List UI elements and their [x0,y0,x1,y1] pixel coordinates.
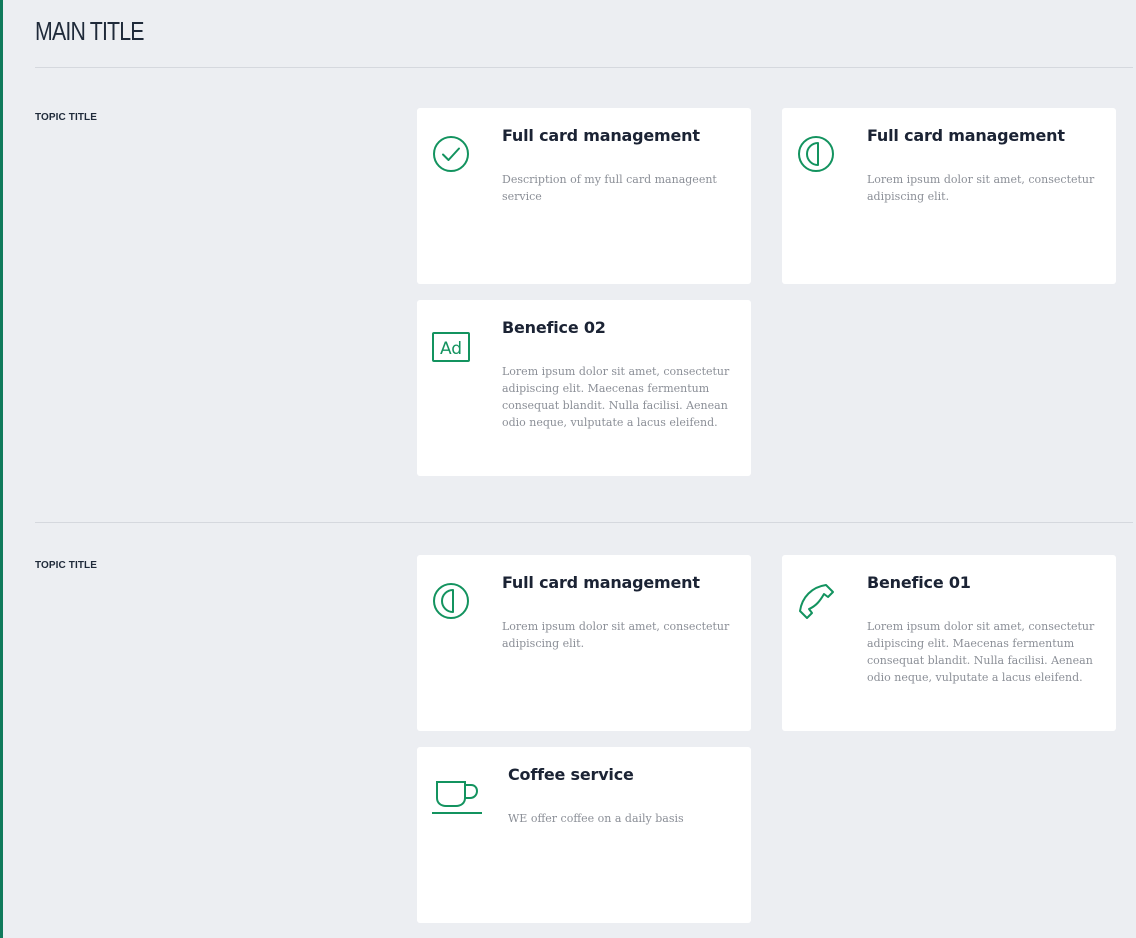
section-divider [35,522,1133,523]
card-description: Lorem ipsum dolor sit amet, consectetur … [867,620,1095,684]
card-title: Coffee service [508,765,634,784]
page: MAIN TITLE TOPIC TITLE Full card managem… [35,0,1133,938]
left-accent-rail [0,0,3,938]
coffee-cup-icon [431,777,483,819]
page-title: MAIN TITLE [35,16,145,46]
benefit-card[interactable]: Full card management Lorem ipsum dolor s… [782,108,1116,284]
ad-icon-text: Ad [440,339,462,359]
card-description: Lorem ipsum dolor sit amet, consectetur … [502,365,730,429]
phone-icon [796,581,836,621]
section-1-topic-title: TOPIC TITLE [35,112,98,123]
benefit-card[interactable]: Full card management Lorem ipsum dolor s… [417,555,751,731]
card-title: Benefice 01 [867,573,971,592]
section-2-topic-title: TOPIC TITLE [35,560,98,571]
card-description: Lorem ipsum dolor sit amet, consectetur … [867,173,1095,203]
half-circle-icon [431,581,471,621]
ad-icon: Ad [431,326,471,366]
card-title: Benefice 02 [502,318,606,337]
card-title: Full card management [867,126,1065,145]
card-description: WE offer coffee on a daily basis [508,812,684,825]
card-description: Lorem ipsum dolor sit amet, consectetur … [502,620,730,650]
card-title: Full card management [502,126,700,145]
card-title: Full card management [502,573,700,592]
benefit-card[interactable]: Benefice 01 Lorem ipsum dolor sit amet, … [782,555,1116,731]
benefit-card[interactable]: Full card management Description of my f… [417,108,751,284]
benefit-card[interactable]: Ad Benefice 02 Lorem ipsum dolor sit ame… [417,300,751,476]
card-description: Description of my full card manageent se… [502,173,717,203]
half-circle-icon [796,134,836,174]
check-circle-icon [431,134,471,174]
title-divider [35,67,1133,68]
benefit-card[interactable]: Coffee service WE offer coffee on a dail… [417,747,751,923]
